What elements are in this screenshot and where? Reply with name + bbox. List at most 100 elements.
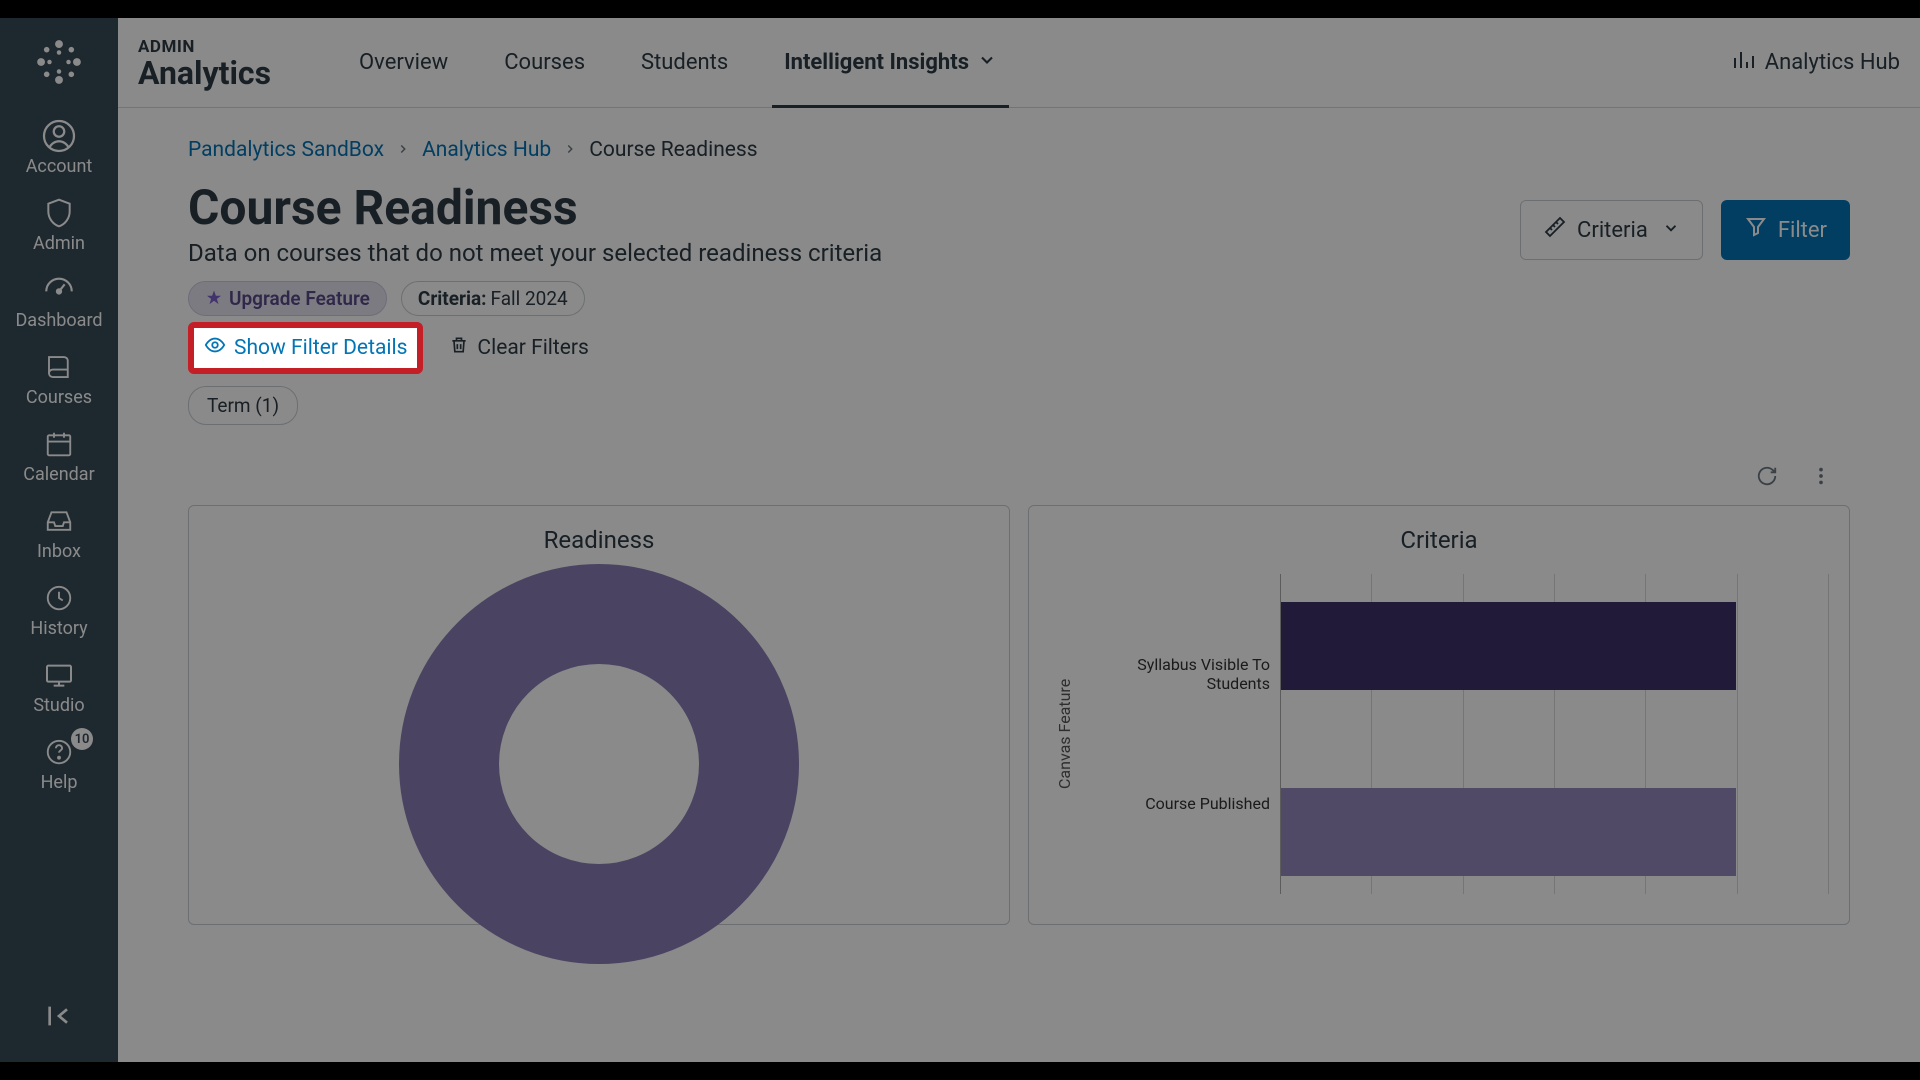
main-content-area: ADMIN Analytics Overview Courses Student… — [118, 18, 1920, 1062]
nav-item-inbox[interactable]: Inbox — [0, 495, 118, 572]
nav-label: Help — [41, 772, 78, 793]
nav-item-history[interactable]: History — [0, 572, 118, 649]
chevron-down-icon — [1662, 218, 1680, 243]
nav-label: Inbox — [37, 541, 81, 562]
nav-label: Admin — [33, 233, 85, 254]
readiness-donut-chart — [399, 564, 799, 964]
tab-intelligent-insights[interactable]: Intelligent Insights — [756, 18, 1025, 107]
bar-chart-icon — [1731, 48, 1755, 78]
criteria-chip-label: Criteria: — [418, 287, 487, 310]
nav-label: Courses — [26, 387, 92, 408]
tab-label: Intelligent Insights — [784, 50, 969, 75]
criteria-button[interactable]: Criteria — [1520, 200, 1703, 260]
term-chip[interactable]: Term (1) — [188, 386, 298, 425]
breadcrumb-link[interactable]: Pandalytics SandBox — [188, 138, 384, 162]
criteria-chart-panel: Criteria Canvas Feature Syllabus Visible… — [1028, 505, 1850, 925]
nav-item-account[interactable]: Account — [0, 110, 118, 187]
breadcrumb-separator-icon — [563, 138, 577, 162]
breadcrumb-link[interactable]: Analytics Hub — [422, 138, 551, 162]
brand-block: ADMIN Analytics — [138, 37, 271, 89]
trash-icon — [449, 335, 469, 361]
collapse-nav-button[interactable] — [0, 990, 118, 1042]
nav-label: Calendar — [23, 464, 94, 485]
nav-item-admin[interactable]: Admin — [0, 187, 118, 264]
tab-label: Students — [641, 50, 728, 75]
account-icon — [41, 118, 77, 154]
filter-icon — [1744, 215, 1768, 245]
highlighted-show-filter-details: Show Filter Details — [188, 322, 423, 374]
chips-row: Upgrade Feature Criteria: Fall 2024 — [188, 281, 1850, 316]
brand-line2: Analytics — [138, 57, 271, 89]
ruler-icon — [1543, 215, 1567, 245]
help-icon: 10 — [41, 734, 77, 770]
page-title: Course Readiness — [188, 182, 882, 235]
tab-students[interactable]: Students — [613, 18, 756, 107]
shield-icon — [41, 195, 77, 231]
tab-overview[interactable]: Overview — [331, 18, 476, 107]
history-icon — [41, 580, 77, 616]
top-tabs: Overview Courses Students Intelligent In… — [331, 18, 1025, 107]
nav-item-calendar[interactable]: Calendar — [0, 418, 118, 495]
filter-button[interactable]: Filter — [1721, 200, 1850, 260]
show-filter-details-label: Show Filter Details — [234, 336, 407, 360]
bar-category-label: Course Published — [1090, 794, 1270, 813]
bar-chart-plot-area — [1280, 574, 1829, 894]
top-nav-bar: ADMIN Analytics Overview Courses Student… — [118, 18, 1920, 108]
criteria-button-label: Criteria — [1577, 218, 1648, 243]
tab-label: Courses — [504, 50, 585, 75]
nav-label: History — [30, 618, 87, 639]
breadcrumb: Pandalytics SandBox Analytics Hub Course… — [188, 138, 1850, 162]
refresh-icon[interactable] — [1756, 465, 1778, 491]
analytics-hub-label: Analytics Hub — [1765, 50, 1900, 75]
page-header-row: Course Readiness Data on courses that do… — [188, 182, 1850, 267]
analytics-hub-link[interactable]: Analytics Hub — [1731, 48, 1900, 78]
breadcrumb-current: Course Readiness — [589, 138, 757, 162]
help-badge: 10 — [71, 728, 93, 750]
upgrade-feature-chip[interactable]: Upgrade Feature — [188, 281, 387, 316]
tab-label: Overview — [359, 50, 448, 75]
calendar-icon — [41, 426, 77, 462]
bar-category-label: Syllabus Visible To Students — [1090, 655, 1270, 693]
page-header-left: Course Readiness Data on courses that do… — [188, 182, 882, 267]
nav-label: Dashboard — [15, 310, 102, 331]
filter-actions-row: Show Filter Details Clear Filters — [188, 322, 1850, 374]
nav-label: Studio — [33, 695, 84, 716]
inbox-icon — [41, 503, 77, 539]
tab-courses[interactable]: Courses — [476, 18, 613, 107]
readiness-chart-title: Readiness — [209, 526, 989, 554]
criteria-chip-value: Fall 2024 — [491, 287, 568, 310]
upgrade-chip-label: Upgrade Feature — [229, 287, 370, 310]
chart-row: Readiness Criteria — [188, 505, 1850, 925]
chart-toolbar — [188, 465, 1850, 491]
clear-filters-link[interactable]: Clear Filters — [449, 335, 588, 361]
eye-icon — [204, 334, 226, 362]
criteria-chart-title: Criteria — [1049, 526, 1829, 554]
canvas-logo-icon[interactable] — [29, 32, 89, 92]
bar-course-published — [1281, 788, 1829, 876]
bar-chart-y-axis-label: Canvas Feature — [1049, 574, 1080, 894]
content-body: Pandalytics SandBox Analytics Hub Course… — [118, 108, 1920, 1062]
nav-item-studio[interactable]: Studio — [0, 649, 118, 726]
global-nav-sidebar: Account Admin — [0, 18, 118, 1062]
readiness-chart-panel: Readiness — [188, 505, 1010, 925]
chevron-down-icon — [977, 50, 997, 76]
bar-chart-category-labels: Syllabus Visible To Students Course Publ… — [1080, 574, 1280, 894]
studio-icon — [41, 657, 77, 693]
dashboard-icon — [41, 272, 77, 308]
bar-syllabus-visible — [1281, 602, 1829, 690]
page-subtitle: Data on courses that do not meet your se… — [188, 239, 882, 267]
criteria-chip[interactable]: Criteria: Fall 2024 — [401, 281, 585, 316]
book-icon — [41, 349, 77, 385]
breadcrumb-separator-icon — [396, 138, 410, 162]
header-buttons: Criteria Filter — [1520, 182, 1850, 260]
filter-button-label: Filter — [1778, 218, 1827, 243]
nav-item-dashboard[interactable]: Dashboard — [0, 264, 118, 341]
show-filter-details-link[interactable]: Show Filter Details — [204, 334, 407, 362]
criteria-bar-chart: Canvas Feature Syllabus Visible To Stude… — [1049, 574, 1829, 894]
nav-label: Account — [26, 156, 93, 177]
more-vertical-icon[interactable] — [1810, 465, 1832, 491]
nav-item-help[interactable]: 10 Help — [0, 726, 118, 803]
nav-item-courses[interactable]: Courses — [0, 341, 118, 418]
donut-chart-wrap — [209, 574, 989, 964]
clear-filters-label: Clear Filters — [477, 336, 588, 360]
